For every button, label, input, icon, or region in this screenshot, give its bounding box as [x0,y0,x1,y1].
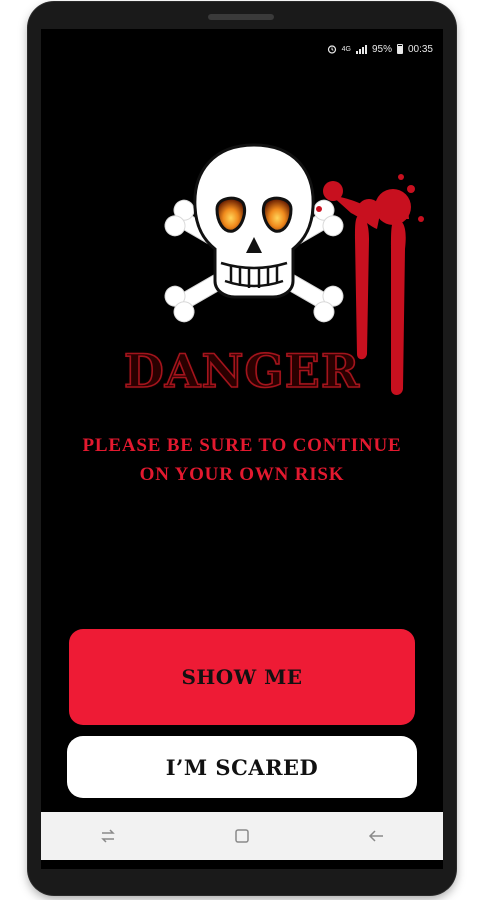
alarm-icon [327,45,336,54]
home-button[interactable] [222,821,262,851]
earpiece-speaker [208,14,274,20]
show-me-button[interactable]: SHOW ME [69,629,415,725]
status-time: 00:35 [407,43,433,55]
recents-icon [101,829,115,843]
battery-icon [396,44,403,54]
status-bar: 4G 95% 00:35 [327,41,433,57]
network-type: 4G [341,45,351,53]
battery-percent: 95% [371,43,392,55]
signal-icon [355,44,367,54]
danger-title: DANGER [123,343,361,399]
back-icon [368,830,383,842]
back-button[interactable] [356,821,396,851]
app-screen: 4G 95% 00:35 DANGER PLEASE BE SURE TO CO… [41,29,443,869]
im-scared-button[interactable]: I’M SCARED [67,736,417,798]
device-frame: 4G 95% 00:35 DANGER PLEASE BE SURE TO CO… [28,2,456,895]
home-icon [235,829,249,843]
system-navigation-bar [41,812,443,860]
recents-button[interactable] [88,821,128,851]
warning-message: PLEASE BE SURE TO CONTINUE ON YOUR OWN R… [82,435,402,485]
